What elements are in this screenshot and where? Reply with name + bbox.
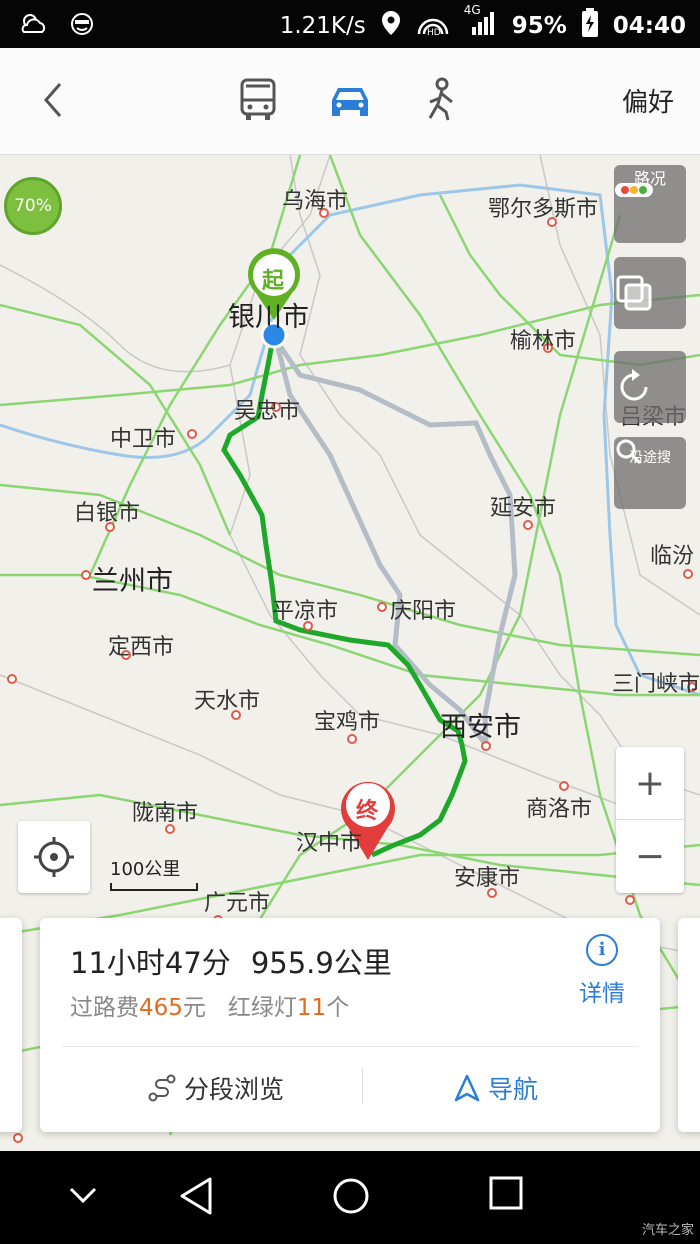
refresh-icon: [620, 369, 648, 401]
along-route-search-button[interactable]: 沿途搜: [614, 437, 686, 509]
watermark: 汽车之家: [641, 1223, 694, 1238]
battery-icon: [581, 8, 599, 44]
city-label: 定西市: [108, 635, 175, 660]
end-marker-label: 终: [356, 799, 379, 824]
car-icon: [332, 88, 368, 116]
city-label: 银川市: [228, 302, 309, 333]
city-label: 兰州市: [92, 566, 173, 597]
city-label: 中卫市: [110, 427, 177, 452]
crosshair-icon: [34, 837, 74, 877]
back-button[interactable]: [36, 78, 70, 122]
refresh-button[interactable]: [614, 351, 686, 423]
traffic-light-icon: [615, 183, 653, 197]
city-label: 汉中市: [296, 831, 363, 856]
layers-icon: [616, 275, 652, 311]
my-location-button[interactable]: [18, 821, 90, 893]
walk-mode-button[interactable]: [418, 76, 466, 124]
svg-text:HD: HD: [427, 28, 441, 38]
toll-unit: 元: [182, 995, 206, 1021]
city-label: 白银市: [74, 501, 141, 526]
city-label: 天水市: [194, 689, 261, 714]
city-label: 陇南市: [132, 801, 199, 826]
route-mode-bar: 偏好: [0, 48, 700, 155]
car-mode-button[interactable]: [326, 76, 374, 124]
segment-browse-label: 分段浏览: [184, 1075, 285, 1104]
next-route-card[interactable]: [678, 918, 700, 1132]
navigate-button[interactable]: 导航: [454, 1070, 538, 1106]
home-nav-icon[interactable]: [330, 1175, 372, 1217]
toll-label: 过路费: [70, 995, 139, 1021]
bus-mode-button[interactable]: [234, 76, 282, 124]
hd-signal-icon: HD: [416, 8, 450, 44]
traffic-lights-value: 11: [296, 995, 327, 1021]
system-navigation-bar: 汽车之家: [0, 1151, 700, 1244]
start-marker-label: 起: [262, 269, 285, 294]
city-label: 庆阳市: [390, 599, 457, 624]
search-icon: [616, 439, 642, 465]
zoom-in-button[interactable]: +: [616, 747, 684, 819]
city-label: 安康市: [454, 866, 521, 891]
details-label: 详情: [579, 981, 625, 1007]
route-distance: 955.9公里: [250, 946, 392, 980]
layers-button[interactable]: [614, 257, 686, 329]
navigation-arrow-icon: [454, 1074, 480, 1102]
segment-browse-button[interactable]: 分段浏览: [148, 1070, 284, 1106]
traffic-lights-unit: 个: [326, 995, 350, 1021]
status-bar: 1.21K/s HD 4G 95% 04:40: [0, 0, 700, 48]
zoom-out-button[interactable]: −: [616, 819, 684, 892]
toll-value: 465: [139, 995, 183, 1021]
route-summary: 11小时47分 955.9公里: [70, 940, 392, 982]
back-nav-icon[interactable]: [176, 1175, 216, 1217]
city-label: 宝鸡市: [314, 710, 381, 735]
city-label: 平凉市: [272, 599, 339, 624]
signal-icon: 4G: [464, 3, 498, 43]
navigate-label: 导航: [488, 1075, 539, 1104]
network-speed: 1.21K/s: [279, 13, 366, 39]
traffic-percentage-badge[interactable]: 70%: [4, 177, 62, 235]
previous-route-card[interactable]: [0, 918, 22, 1132]
route-costs: 过路费465元 红绿灯11个: [70, 988, 349, 1022]
city-label: 鄂尔多斯市: [488, 197, 599, 222]
traffic-lights-label: 红绿灯: [227, 995, 297, 1021]
battery-percent: 95%: [511, 13, 567, 39]
city-label: 西安市: [440, 712, 521, 743]
traffic-toggle-button[interactable]: 路况: [614, 165, 686, 243]
route-duration: 11小时47分: [70, 946, 231, 980]
city-label: 三门峡市: [612, 672, 700, 697]
walk-icon: [428, 77, 453, 121]
city-label: 广元市: [204, 891, 271, 916]
city-label: 临汾: [650, 544, 695, 569]
bus-icon: [240, 78, 276, 120]
map-scale-label: 100公里: [110, 859, 181, 880]
recent-apps-icon[interactable]: [488, 1175, 524, 1211]
info-icon: i: [586, 934, 618, 966]
details-button[interactable]: i 详情: [572, 934, 632, 1008]
city-label: 乌海市: [282, 189, 349, 214]
chevron-down-icon[interactable]: [66, 1185, 100, 1207]
map-scale: 100公里: [110, 855, 198, 891]
city-label: 延安市: [490, 496, 557, 521]
weather-icon: [18, 10, 50, 42]
zoom-control: + −: [616, 747, 684, 893]
route-summary-card[interactable]: 11小时47分 955.9公里 过路费465元 红绿灯11个 i 详情 分段浏览 导…: [40, 918, 660, 1132]
clock: 04:40: [612, 13, 686, 39]
location-icon: [380, 9, 402, 43]
city-label: 商洛市: [526, 797, 593, 822]
preferences-button[interactable]: 偏好: [622, 82, 674, 119]
city-label: 吴忠市: [234, 399, 301, 424]
city-label: 榆林市: [510, 329, 577, 354]
segment-route-icon: [148, 1074, 176, 1102]
face-icon: [68, 10, 96, 42]
